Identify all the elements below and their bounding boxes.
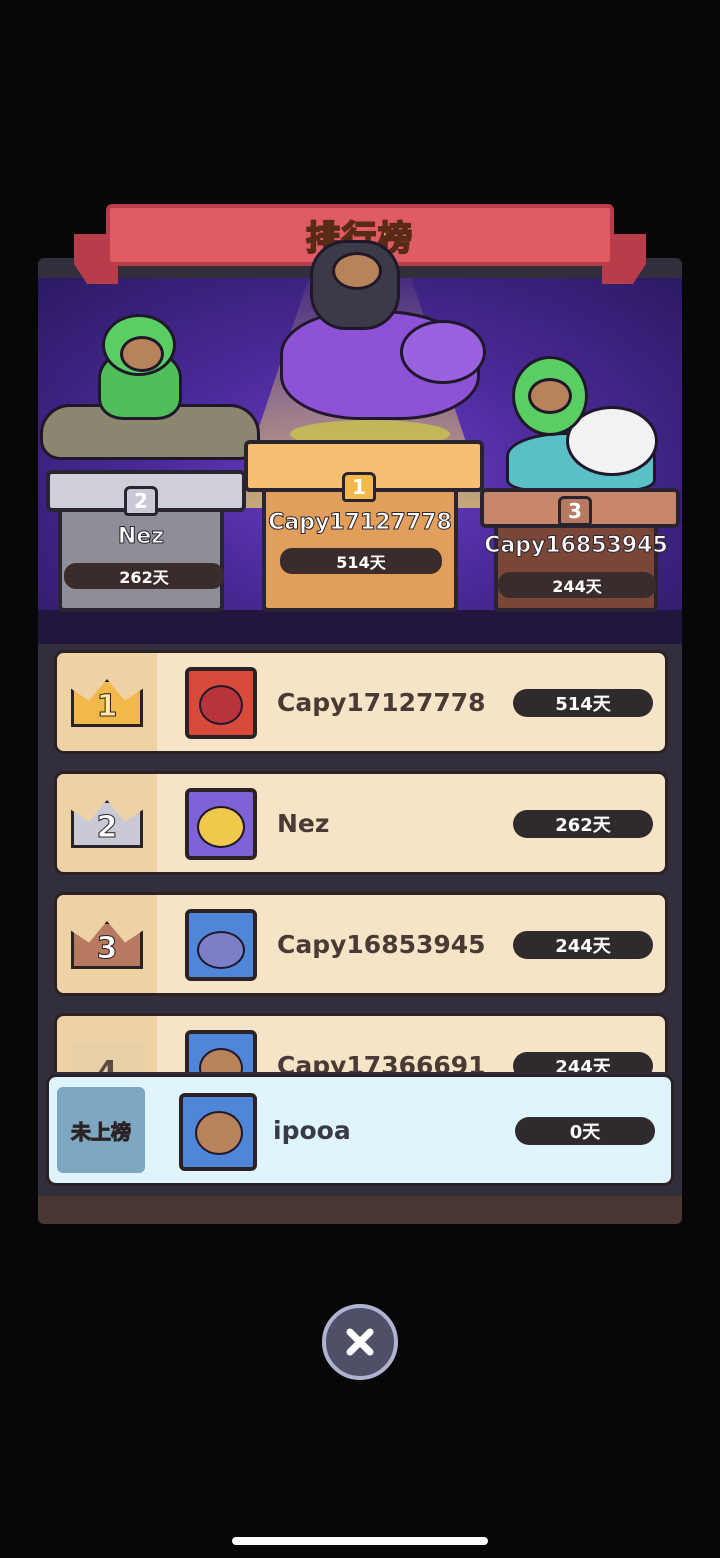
list-item[interactable]: 1 Capy17127778 514天 — [54, 650, 668, 754]
capybara-avatar — [185, 1030, 257, 1072]
rank-cell: 1 — [57, 653, 157, 751]
podium-name-3: Capy16853945 — [484, 533, 669, 559]
close-icon — [346, 1328, 374, 1356]
podium-rank-badge-3: 3 — [558, 496, 592, 526]
podium-name-1: Capy17127778 — [268, 510, 453, 536]
player-name: Capy17366691 — [277, 1050, 486, 1073]
gold-crown-icon: 1 — [71, 679, 143, 727]
player-name: Capy16853945 — [277, 929, 486, 959]
player-name: ipooa — [273, 1115, 351, 1145]
player-name: Nez — [277, 808, 330, 838]
leaderboard-list[interactable]: 1 Capy17127778 514天 2 Nez 262天 3 Capy168… — [38, 646, 682, 1072]
podium-rank-badge-2: 2 — [124, 486, 158, 516]
not-ranked-badge: 未上榜 — [57, 1087, 145, 1173]
podium-score-1: 514天 — [280, 548, 442, 574]
silver-crown-icon: 2 — [71, 800, 143, 848]
close-button[interactable] — [322, 1304, 398, 1380]
podium-rank-badge-1: 1 — [342, 472, 376, 502]
podium-character-3 — [496, 336, 666, 496]
rank-cell: 2 — [57, 774, 157, 872]
player-score: 244天 — [513, 1052, 653, 1072]
capybara-avatar — [179, 1093, 257, 1171]
player-name: Capy17127778 — [277, 687, 486, 717]
podium-score-3: 244天 — [498, 572, 656, 598]
podium-character-2 — [40, 300, 260, 480]
player-score: 262天 — [513, 810, 653, 838]
stage-floor — [38, 610, 682, 644]
background-ghost-header — [20, 80, 700, 140]
podium-score-2: 262天 — [64, 563, 224, 589]
player-score: 0天 — [515, 1117, 655, 1145]
my-rank-row[interactable]: 未上榜 ipooa 0天 — [46, 1074, 674, 1186]
list-item[interactable]: 3 Capy16853945 244天 — [54, 892, 668, 996]
rank-icon: 4 — [71, 1042, 143, 1072]
list-item[interactable]: 2 Nez 262天 — [54, 771, 668, 875]
podium-character-1 — [270, 220, 490, 460]
podium-name-2: Nez — [117, 524, 165, 550]
bronze-crown-icon: 3 — [71, 921, 143, 969]
panel-bottom-edge — [38, 1196, 682, 1224]
home-indicator[interactable] — [232, 1537, 488, 1545]
player-score: 514天 — [513, 689, 653, 717]
rank-cell: 3 — [57, 895, 157, 993]
red-dragon-avatar — [185, 667, 257, 739]
player-score: 244天 — [513, 931, 653, 959]
blue-slime-avatar — [185, 909, 257, 981]
list-item[interactable]: 4 Capy17366691 244天 — [54, 1013, 668, 1072]
yellow-creature-avatar — [185, 788, 257, 860]
rank-cell: 4 — [57, 1016, 157, 1072]
